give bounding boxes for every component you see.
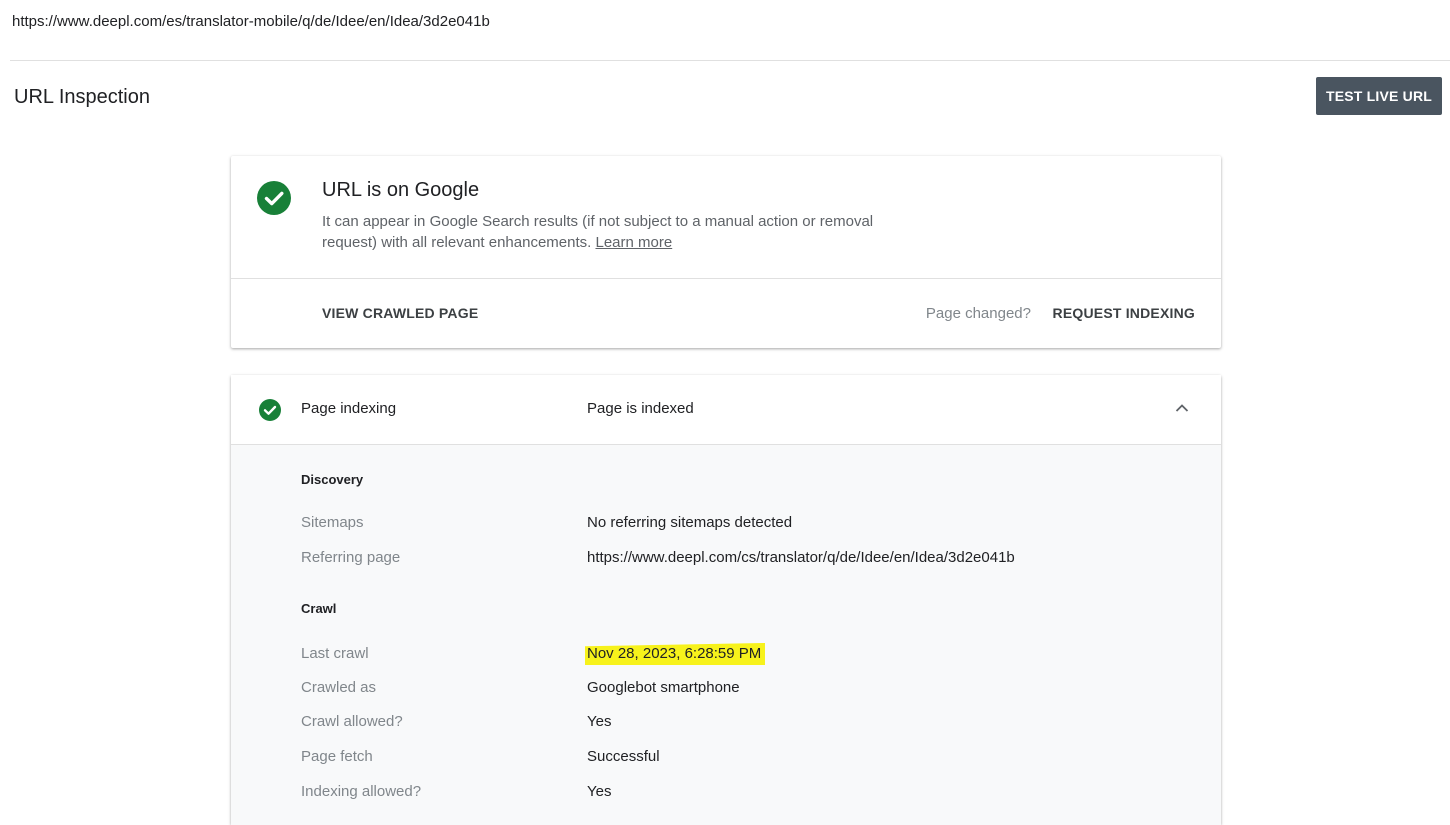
page-indexing-details: Discovery Sitemaps No referring sitemaps… (231, 444, 1221, 825)
crawled-as-value: Googlebot smartphone (587, 679, 740, 696)
page-fetch-value: Successful (587, 748, 660, 765)
page-fetch-label: Page fetch (301, 748, 373, 765)
learn-more-link[interactable]: Learn more (595, 234, 672, 251)
url-status-card: URL is on Google It can appear in Google… (231, 156, 1221, 348)
status-divider (231, 278, 1221, 279)
top-divider (10, 60, 1450, 61)
discovery-heading: Discovery (301, 472, 364, 487)
sitemaps-label: Sitemaps (301, 514, 364, 531)
inspected-url: https://www.deepl.com/es/translator-mobi… (12, 13, 490, 30)
page-indexing-value: Page is indexed (587, 400, 694, 417)
status-title: URL is on Google (322, 179, 480, 201)
chevron-up-icon[interactable] (1175, 403, 1189, 413)
last-crawl-highlight: Nov 28, 2023, 6:28:59 PM (585, 643, 766, 665)
indexing-allowed-value: Yes (587, 783, 612, 800)
check-circle-icon (259, 399, 281, 421)
sitemaps-value: No referring sitemaps detected (587, 514, 793, 531)
referring-page-value[interactable]: https://www.deepl.com/cs/translator/q/de… (587, 549, 1015, 566)
page-changed-label: Page changed? (925, 305, 1031, 322)
referring-page-label: Referring page (301, 549, 401, 566)
page-indexing-card: Page indexing Page is indexed Discovery … (231, 375, 1221, 825)
check-circle-icon (257, 181, 291, 215)
indexing-allowed-label: Indexing allowed? (301, 783, 422, 800)
test-live-url-button[interactable]: TEST LIVE URL (1316, 77, 1442, 115)
page-title: URL Inspection (14, 86, 150, 108)
last-crawl-label: Last crawl (301, 645, 369, 662)
crawl-allowed-value: Yes (587, 713, 612, 730)
request-indexing-button[interactable]: REQUEST INDEXING (1053, 305, 1195, 321)
crawl-allowed-label: Crawl allowed? (301, 713, 403, 730)
page-indexing-header[interactable]: Page indexing Page is indexed (231, 375, 1221, 444)
crawled-as-label: Crawled as (301, 679, 377, 696)
view-crawled-page-button[interactable]: VIEW CRAWLED PAGE (322, 305, 478, 321)
status-description: It can appear in Google Search results (… (322, 211, 932, 253)
last-crawl-value: Nov 28, 2023, 6:28:59 PM (585, 643, 766, 665)
crawl-heading: Crawl (301, 601, 337, 616)
page-indexing-label: Page indexing (301, 400, 397, 417)
